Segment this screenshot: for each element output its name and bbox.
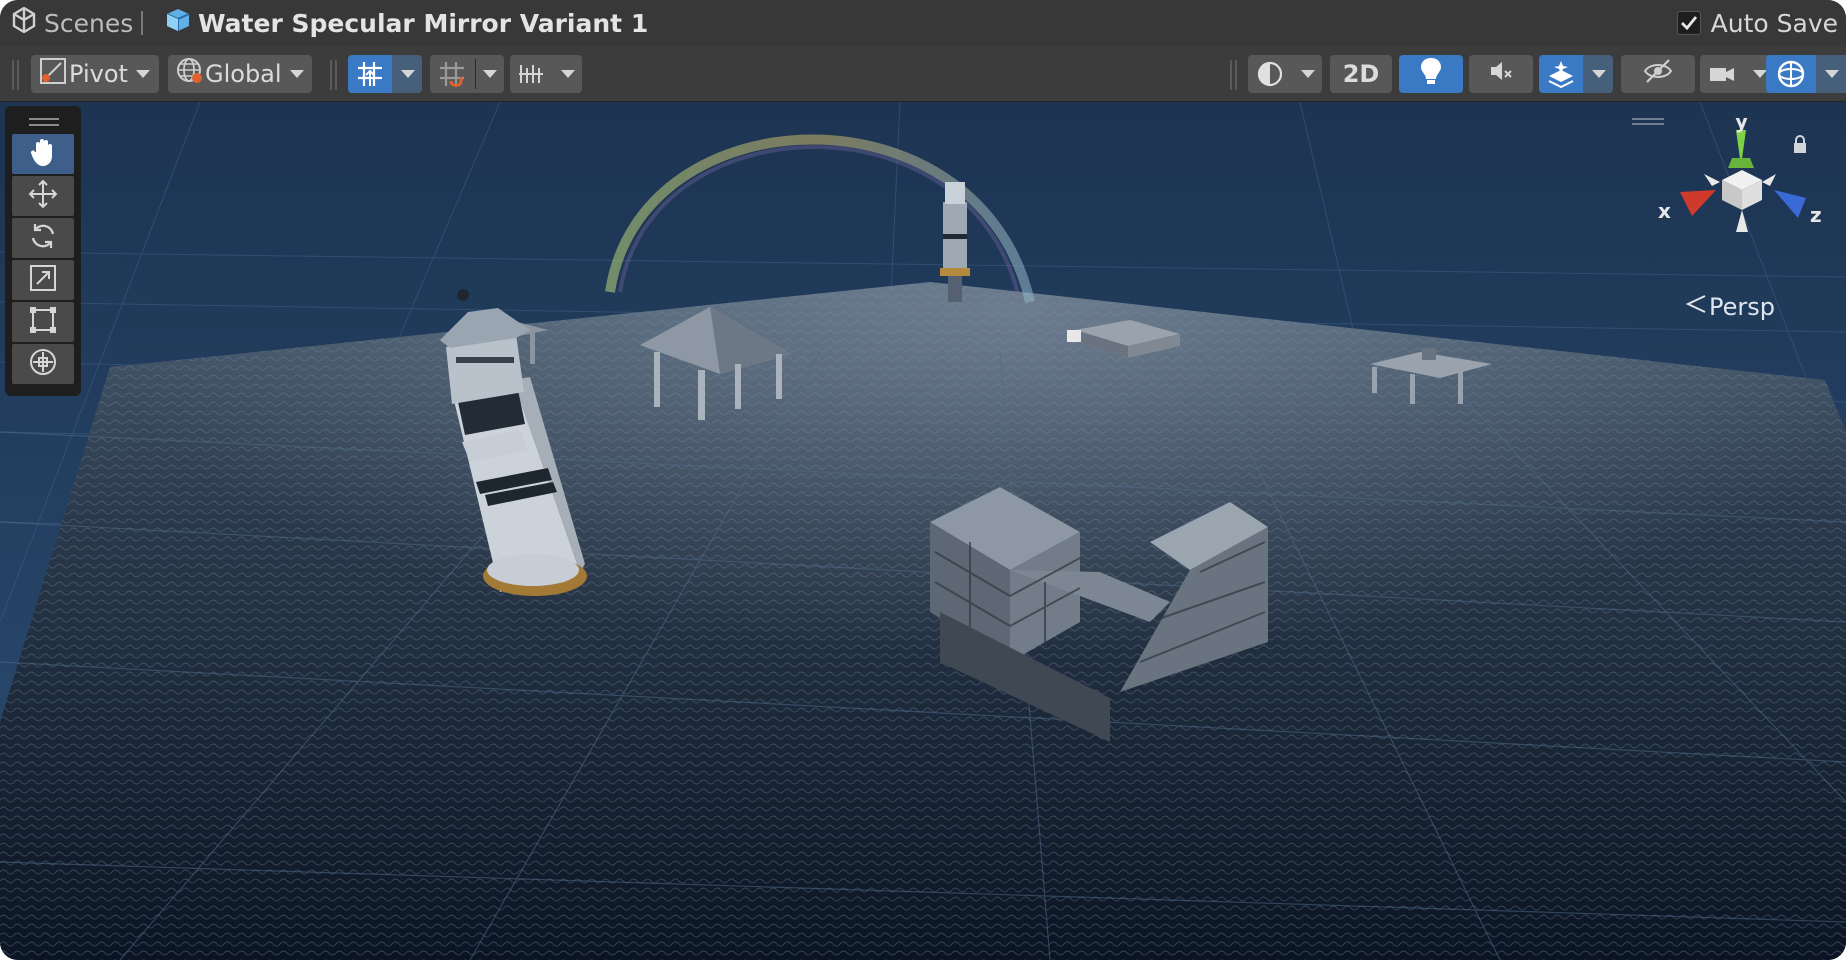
unity-logo-icon [12,6,36,39]
breadcrumb-separator [141,11,143,35]
hand-tool-button[interactable] [12,134,74,174]
gizmos-dropdown[interactable] [1766,55,1846,93]
projection-toggle[interactable]: Persp [1685,290,1775,324]
2d-mode-label: 2D [1342,60,1380,88]
gizmo-x-label: x [1658,199,1671,223]
move-arrows-icon [27,178,59,214]
global-dropdown[interactable]: Global [168,55,312,93]
breadcrumb-bar: Scenes Water Specular Mirror Variant 1 A… [0,0,1846,46]
scene-render [0,102,1846,960]
scale-icon [27,262,59,298]
chevron-down-icon[interactable] [394,55,422,93]
scene-viewport[interactable]: y x z Persp [0,102,1846,960]
grid-icon [348,55,392,93]
chevron-down-icon [135,70,150,78]
rect-tool-button[interactable] [12,302,74,342]
effects-dropdown[interactable] [1539,55,1613,93]
chevron-down-icon[interactable] [1818,55,1846,93]
audio-toggle-button[interactable] [1469,55,1533,93]
transform-icon [27,346,59,382]
auto-save-toggle[interactable]: Auto Save [1676,0,1838,46]
scale-tool-button[interactable] [12,260,74,300]
light-bulb-icon [1418,56,1444,92]
toolbar-grip[interactable] [1230,60,1237,90]
tools-palette-handle[interactable] [29,118,59,126]
speaker-muted-icon [1486,56,1516,92]
2d-mode-button[interactable]: 2D [1330,55,1392,93]
increment-snapping-button[interactable] [510,55,582,93]
rect-transform-icon [27,304,59,340]
camera-icon [1700,55,1744,93]
rotate-icon [27,220,59,256]
ruler-icon [510,55,552,93]
toolbar-grip[interactable] [330,60,337,90]
toolbar-grip[interactable] [12,60,19,90]
scene-visibility-button[interactable] [1621,55,1695,93]
draw-mode-dropdown[interactable] [1248,55,1322,93]
scene-toolbar: Pivot Global 2D [0,46,1846,102]
grid-snap-icon [430,55,474,93]
pivot-label: Pivot [69,60,128,88]
tools-palette [5,106,81,396]
grid-snapping-button[interactable] [430,55,504,93]
chevron-down-icon[interactable] [1294,55,1322,93]
scene-window: Scenes Water Specular Mirror Variant 1 A… [0,0,1846,960]
move-tool-button[interactable] [12,176,74,216]
lock-icon[interactable] [1792,134,1808,158]
chevron-down-icon[interactable] [476,55,504,93]
chevron-down-icon [289,70,304,78]
grid-visibility-button[interactable] [348,55,422,93]
scene-lighting-button[interactable] [1399,55,1463,93]
camera-settings-dropdown[interactable] [1700,55,1774,93]
prefab-cube-icon [164,6,192,40]
pivot-icon [39,57,67,91]
shading-sphere-icon [1248,55,1292,93]
checkmark-icon [1680,16,1697,31]
auto-save-checkbox[interactable] [1676,11,1701,35]
eye-slash-icon [1642,56,1674,92]
auto-save-label: Auto Save [1710,8,1838,38]
global-label: Global [205,60,282,88]
rotate-tool-button[interactable] [12,218,74,258]
breadcrumb-scenes[interactable]: Scenes [12,0,133,46]
pivot-dropdown[interactable]: Pivot [31,55,159,93]
projection-label: Persp [1709,293,1775,321]
globe-icon [175,56,205,92]
gizmo-globe-icon [1766,55,1816,93]
chevron-left-icon [1685,293,1707,321]
chevron-down-icon[interactable] [554,55,582,93]
breadcrumb-scene-label: Water Specular Mirror Variant 1 [198,8,649,38]
hand-icon [27,136,59,172]
effects-layers-icon [1539,55,1583,93]
breadcrumb-scenes-label: Scenes [44,8,134,38]
gizmo-y-label: y [1735,118,1748,133]
gizmo-z-label: z [1810,203,1822,227]
breadcrumb-scene[interactable]: Water Specular Mirror Variant 1 [164,0,648,46]
chevron-down-icon[interactable] [1585,55,1613,93]
transform-tool-button[interactable] [12,344,74,384]
